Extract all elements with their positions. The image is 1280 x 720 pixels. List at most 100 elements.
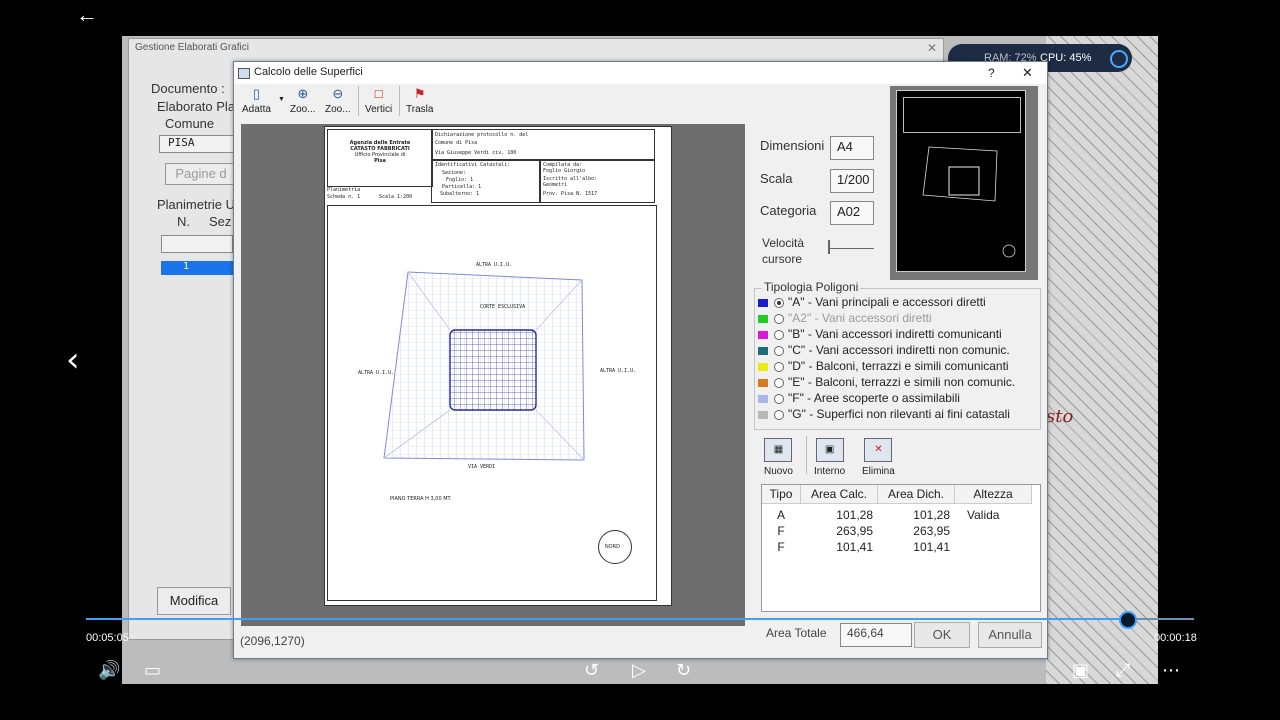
- areas-table: Tipo Area Calc. Area Dich. Altezza A 101…: [761, 484, 1041, 612]
- trasla-button[interactable]: ⚑ Trasla: [406, 86, 433, 115]
- polygon-type-a[interactable]: "A" - Vani principali e accessori dirett…: [758, 295, 986, 311]
- velocita-slider-thumb[interactable]: [828, 240, 830, 254]
- chevron-down-icon[interactable]: ▼: [278, 96, 285, 103]
- col-n-label: N.: [177, 214, 190, 229]
- table-row[interactable]: F 101,41 101,41: [762, 539, 1038, 555]
- radio-a[interactable]: [774, 297, 784, 308]
- cell-area-dich: 101,41: [913, 540, 950, 554]
- col-area-dich[interactable]: Area Dich.: [878, 485, 955, 504]
- move-icon: ⚑: [413, 86, 426, 101]
- radio-a2[interactable]: [774, 313, 784, 324]
- radio-d[interactable]: [774, 361, 784, 372]
- dich-line-3: Via Giuseppe Verdi civ. 100: [435, 150, 517, 156]
- polygon-type-g[interactable]: "G" - Superfici non rilevanti ai fini ca…: [758, 407, 1010, 423]
- time-elapsed: 00:05:05: [86, 632, 129, 644]
- title-bar: Calcolo delle Superfici ? ✕: [234, 62, 1047, 84]
- planimetria-label: Planimetria: [327, 187, 361, 193]
- polygon-type-a2-label: "A2" - Vani accessori diretti: [788, 311, 932, 325]
- play-icon[interactable]: ▷: [632, 660, 646, 681]
- miniplayer-icon[interactable]: ▣: [1072, 660, 1089, 681]
- comune-label: Comune: [165, 116, 215, 131]
- swatch-g: [758, 410, 768, 419]
- col-area-calc[interactable]: Area Calc.: [801, 485, 878, 504]
- inner-polygon-icon: ▣: [815, 438, 844, 462]
- pagine-button[interactable]: Pagine d: [165, 163, 237, 185]
- planimetrie-filter-field[interactable]: [161, 235, 233, 253]
- area-totale-value: 466,64: [840, 623, 912, 647]
- area-totale-label: Area Totale: [766, 626, 827, 640]
- fit-page-icon: ▯: [252, 86, 261, 101]
- vertici-button[interactable]: □ Vertici: [365, 86, 392, 115]
- polygon-type-a2[interactable]: "A2" - Vani accessori diretti: [758, 311, 932, 327]
- radio-g[interactable]: [774, 409, 784, 420]
- cell-area-calc: 101,28: [836, 508, 873, 522]
- radio-c[interactable]: [774, 345, 784, 356]
- table-row[interactable]: F 263,95 263,95: [762, 523, 1038, 539]
- altra-uiu-top: ALTRA U.I.U.: [476, 262, 513, 268]
- delete-icon: ✕: [864, 438, 893, 462]
- velocita-slider[interactable]: [828, 248, 874, 249]
- polygon-type-g-label: "G" - Superfici non rilevanti ai fini ca…: [788, 407, 1010, 421]
- polygon-type-b[interactable]: "B" - Vani accessori indiretti comunican…: [758, 327, 1002, 343]
- via-label: VIA VERDI: [468, 464, 496, 470]
- bg-close-icon[interactable]: ✕: [927, 41, 937, 55]
- annulla-button[interactable]: Annulla: [978, 622, 1042, 648]
- close-button[interactable]: ✕: [1022, 65, 1033, 81]
- compilata-name: Foglio Giorgio: [543, 168, 586, 174]
- swatch-a: [758, 298, 768, 307]
- polygon-type-d[interactable]: "D" - Balconi, terrazzi e simili comunic…: [758, 359, 1009, 375]
- col-tipo[interactable]: Tipo: [762, 485, 801, 504]
- table-row[interactable]: A 101,28 101,28 Valida: [762, 507, 1038, 523]
- col-altezza[interactable]: Altezza: [955, 485, 1032, 504]
- interno-button[interactable]: ▣ Interno: [814, 438, 845, 477]
- trasla-label: Trasla: [406, 104, 434, 115]
- corte-label: CORTE ESCLUSIVA: [480, 304, 526, 310]
- more-icon[interactable]: ⋯: [1162, 660, 1180, 681]
- cadastral-map-background: sto: [1046, 36, 1158, 684]
- drawing-canvas[interactable]: Agenzia delle Entrate CATASTO FABBRICATI…: [241, 124, 745, 626]
- back-arrow-icon[interactable]: ←: [76, 2, 98, 28]
- ok-button[interactable]: OK: [914, 622, 970, 648]
- app-icon: [238, 68, 250, 79]
- dimensioni-label: Dimensioni: [760, 138, 825, 153]
- polygon-type-e[interactable]: "E" - Balconi, terrazzi e simili non com…: [758, 375, 1015, 391]
- radio-e[interactable]: [774, 377, 784, 388]
- header-agency: Agenzia delle Entrate CATASTO FABBRICATI…: [327, 129, 433, 187]
- scala-label: Scala: [760, 171, 793, 186]
- progress-knob[interactable]: [1119, 611, 1137, 629]
- swatch-b: [758, 330, 768, 339]
- zoom-in-button[interactable]: ⊕ Zoo...: [290, 86, 316, 115]
- modifica-button[interactable]: Modifica: [157, 587, 231, 615]
- header-dichiarazione: Dichiarazione protocollo n. del Comune d…: [431, 129, 655, 161]
- radio-b[interactable]: [774, 329, 784, 340]
- cell-area-dich: 101,28: [913, 508, 950, 522]
- volume-icon[interactable]: 🔊: [98, 660, 120, 681]
- polygon-type-c-label: "C" - Vani accessori indiretti non comun…: [788, 343, 1010, 357]
- adatta-button[interactable]: ▯ Adatta: [242, 86, 271, 115]
- help-button[interactable]: ?: [988, 66, 995, 80]
- categoria-value: A02: [830, 201, 874, 225]
- area-a-polygon: [449, 329, 537, 411]
- iscritto-value: Geometri: [543, 182, 568, 188]
- zoom-in-icon: ⊕: [297, 86, 309, 101]
- radio-f[interactable]: [774, 393, 784, 404]
- polygon-type-c[interactable]: "C" - Vani accessori indiretti non comun…: [758, 343, 1010, 359]
- planimetrie-row[interactable]: 1: [161, 261, 233, 275]
- swatch-c: [758, 346, 768, 355]
- polygon-type-f[interactable]: "F" - Aree scoperte o assimilabili: [758, 391, 960, 407]
- bg-window-title: Gestione Elaborati Grafici: [135, 42, 249, 53]
- progress-bar[interactable]: [86, 618, 1194, 620]
- action-divider: [806, 436, 807, 474]
- rewind-10-icon[interactable]: ↺: [584, 660, 599, 681]
- fullscreen-icon[interactable]: ⤢: [1116, 660, 1130, 681]
- elimina-button[interactable]: ✕ Elimina: [862, 438, 895, 477]
- planimetry-sheet: Agenzia delle Entrate CATASTO FABBRICATI…: [324, 126, 672, 606]
- subtitles-icon[interactable]: ▭: [144, 660, 161, 681]
- chevron-left-icon[interactable]: ‹: [66, 340, 80, 380]
- nuovo-button[interactable]: ▦ Nuovo: [764, 438, 793, 477]
- zoom-out-button[interactable]: ⊖ Zoo...: [325, 86, 351, 115]
- categoria-label: Categoria: [760, 203, 817, 218]
- cell-area-dich: 263,95: [913, 524, 950, 538]
- forward-30-icon[interactable]: ↻: [676, 660, 691, 681]
- gauge-icon: [1110, 50, 1128, 68]
